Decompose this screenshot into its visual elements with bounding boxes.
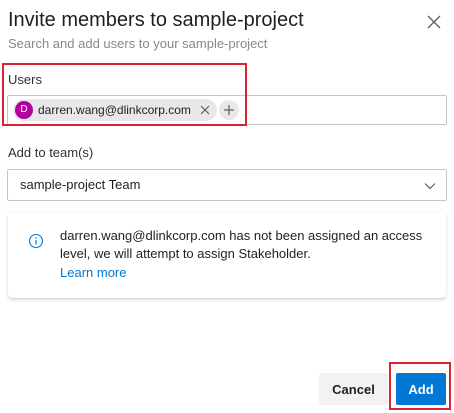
add-highlight-box <box>389 362 451 410</box>
team-dropdown[interactable]: sample-project Team <box>7 169 447 201</box>
dialog-title: Invite members to sample-project <box>8 9 304 31</box>
chevron-down-icon <box>424 183 436 190</box>
team-label: Add to team(s) <box>8 145 94 160</box>
info-icon <box>28 233 44 249</box>
users-highlight-box <box>2 63 247 126</box>
learn-more-link[interactable]: Learn more <box>60 264 126 282</box>
close-icon <box>427 15 441 29</box>
cancel-button[interactable]: Cancel <box>319 373 388 405</box>
info-message-card: darren.wang@dlinkcorp.com has not been a… <box>8 212 446 298</box>
info-message-text: darren.wang@dlinkcorp.com has not been a… <box>60 228 423 261</box>
dialog-subtitle: Search and add users to your sample-proj… <box>8 36 268 51</box>
team-selected-value: sample-project Team <box>20 177 141 192</box>
close-button[interactable] <box>420 8 448 36</box>
